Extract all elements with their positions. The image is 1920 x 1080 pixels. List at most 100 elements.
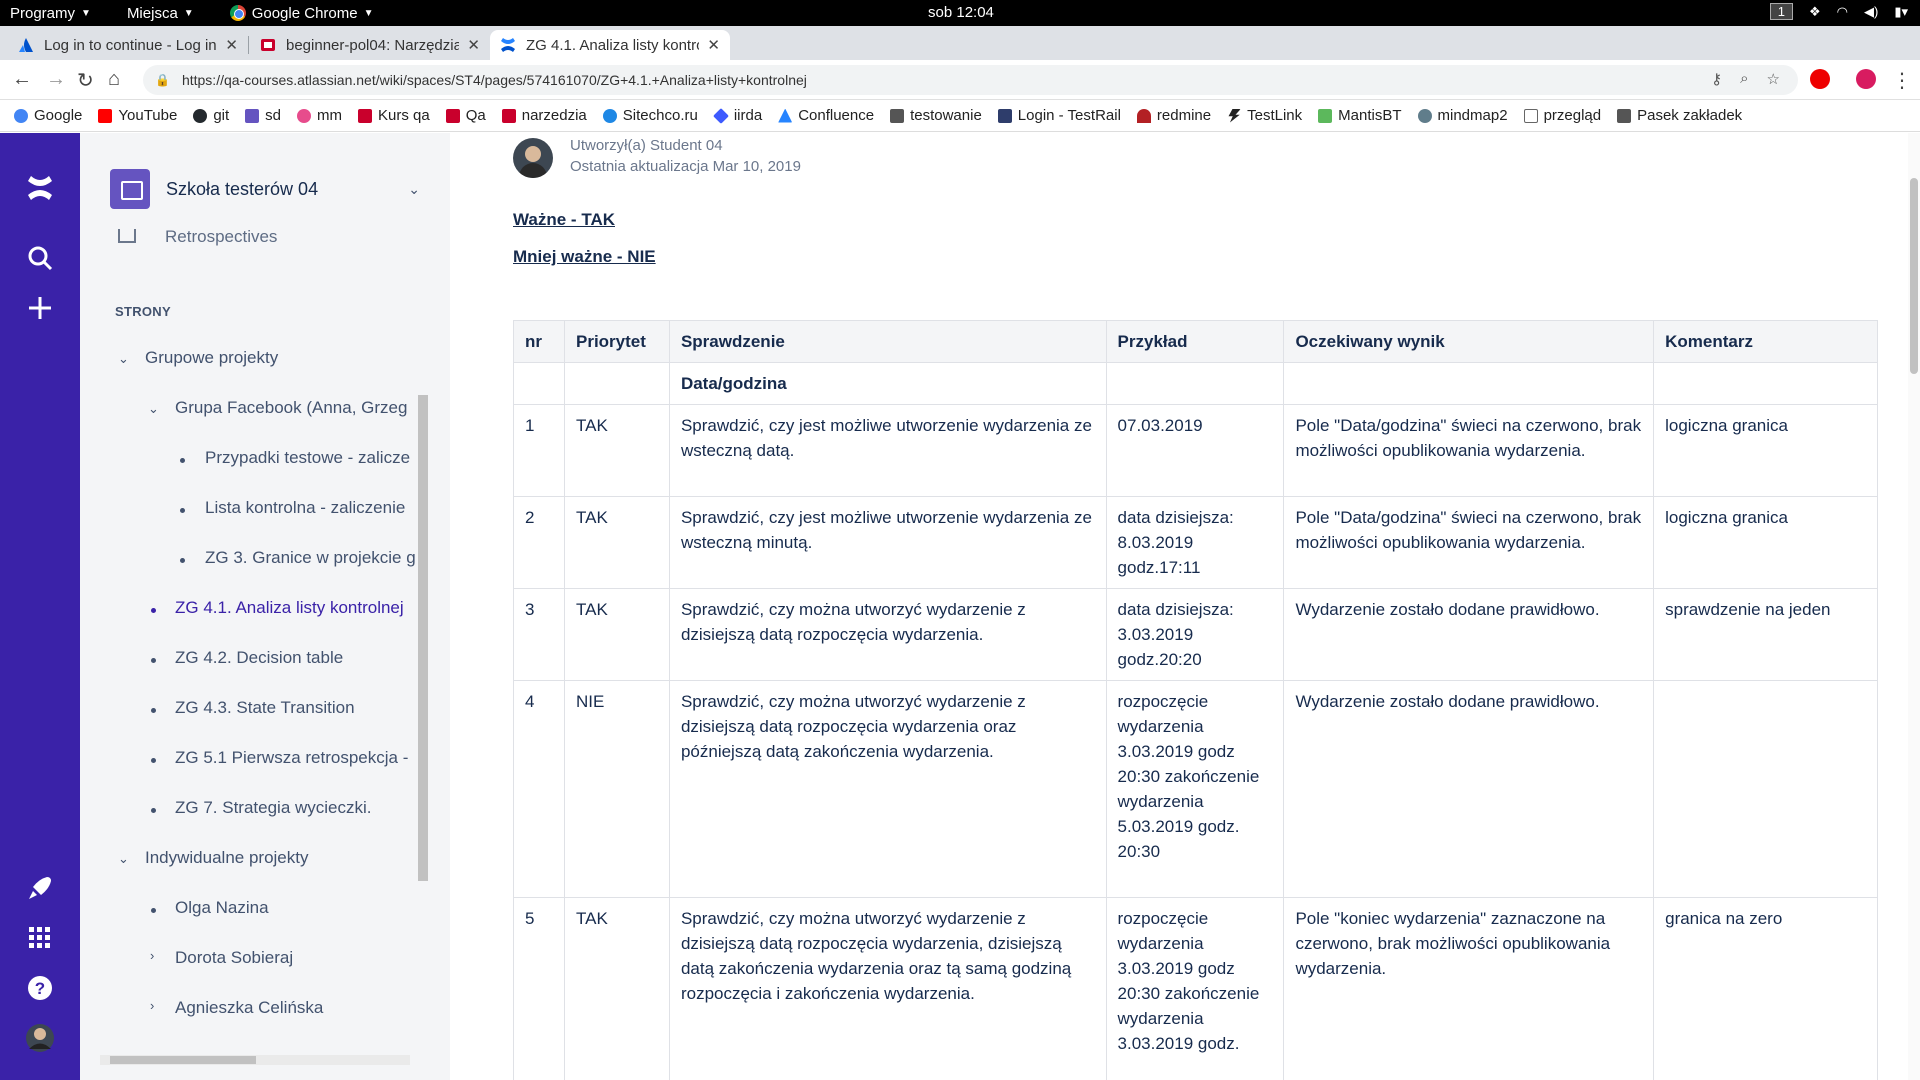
lock-icon[interactable]: 🔒 [155,73,170,87]
url-text[interactable]: https://qa-courses.atlassian.net/wiki/sp… [182,72,807,88]
sidebar-item-zg41-current[interactable]: ZG 4.1. Analiza listy kontrolnej [175,598,404,618]
volume-icon[interactable]: ◀) [1864,4,1878,20]
sidebar-item-zg42[interactable]: ZG 4.2. Decision table [175,648,343,668]
sidebar-scrollbar-thumb[interactable] [418,395,428,881]
bookmark-testowanie[interactable]: testowanie [890,107,982,124]
page-scrollbar-thumb[interactable] [1910,178,1918,374]
retrospectives-icon [118,229,136,243]
bookmark-youtube[interactable]: YouTube [98,107,177,124]
bookmark-narzedzia[interactable]: narzedzia [501,107,587,124]
close-icon[interactable]: ✕ [707,36,720,54]
bookmark-sd[interactable]: sd [245,107,281,124]
key-icon[interactable]: ⚷ [1711,70,1722,88]
tab-beginner-pol04[interactable]: beginner-pol04: Narzędzia ✕ [250,30,490,60]
close-icon[interactable]: ✕ [225,36,238,54]
bookmark-mm[interactable]: mm [297,107,342,124]
bookmark-pasek-zakladek[interactable]: Pasek zakładek [1617,107,1742,124]
bookmark-testrail[interactable]: Login - TestRail [997,107,1121,124]
chevron-right-icon[interactable]: › [150,998,154,1013]
menu-kebab-icon[interactable]: ⋮ [1892,68,1912,93]
chevron-down-icon[interactable]: ⌄ [118,851,129,867]
bookmark-sitechco[interactable]: Sitechco.ru [602,107,698,124]
sidebar-item-przypadki-testowe[interactable]: Przypadki testowe - zalicze [205,448,410,468]
sidebar-item-dorota-sobieraj[interactable]: Dorota Sobieraj [175,948,293,968]
home-icon[interactable]: ⌂ [108,68,120,91]
sidebar-item-lista-kontrolna[interactable]: Lista kontrolna - zaliczenie [205,498,405,518]
forward-icon[interactable]: → [46,68,66,91]
reload-icon[interactable]: ↻ [77,68,94,93]
author-avatar[interactable] [513,138,553,178]
table-cell [1105,362,1285,405]
bookmark-google[interactable]: Google [14,107,82,124]
sidebar-item-zg3-granice[interactable]: ZG 3. Granice w projekcie g [205,548,416,568]
bookmark-label: redmine [1156,107,1212,124]
star-icon[interactable]: ☆ [1767,70,1780,88]
mantis-icon [1318,108,1333,123]
sidebar-horizontal-scrollbar[interactable] [100,1055,410,1065]
zoom-icon[interactable]: ⌕ [1740,70,1748,88]
chevron-down-icon[interactable]: ⌄ [408,181,420,198]
bookmark-iirda[interactable]: iirda [712,107,762,124]
confluence-icon[interactable] [25,173,55,203]
bookmark-git[interactable]: git [193,107,229,124]
tab-zg-4-1[interactable]: ZG 4.1. Analiza listy kontrolnej ✕ [490,30,730,60]
address-bar-actions: ⚷ ⌕ ☆ [1711,70,1780,88]
profile-avatar-icon[interactable] [25,1023,55,1053]
menu-google-chrome[interactable]: Google Chrome ▼ [229,4,374,22]
sidebar-item-grupa-facebook[interactable]: Grupa Facebook (Anna, Grzeg [175,398,407,418]
sidebar-item-zg51[interactable]: ZG 5.1 Pierwsza retrospekcja - [175,748,408,768]
last-updated[interactable]: Ostatnia aktualizacja Mar 10, 2019 [570,158,801,175]
rocket-icon[interactable] [25,873,55,903]
bookmark-redmine[interactable]: redmine [1136,107,1212,124]
bookmark-kurs-qa[interactable]: Kurs qa [358,107,430,124]
bookmark-qa[interactable]: Qa [445,107,486,124]
bullet-icon [180,558,185,563]
search-icon[interactable] [25,243,55,273]
extension-icon[interactable] [1810,69,1830,89]
sidebar-item-agnieszka-celinska[interactable]: Agnieszka Celińska [175,998,323,1018]
sidebar-item-indywidualne-projekty[interactable]: Indywidualne projekty [145,848,308,868]
tab-log-in[interactable]: Log in to continue - Log in ✕ [8,30,248,60]
chevron-down-icon[interactable]: ⌄ [148,401,159,417]
page-icon [1523,108,1538,123]
dropbox-icon[interactable]: ❖ [1809,4,1821,20]
address-bar[interactable]: 🔒 https://qa-courses.atlassian.net/wiki/… [143,65,1798,95]
bookmark-mindmap2[interactable]: mindmap2 [1417,107,1508,124]
checklist-table: nr Priorytet Sprawdzenie Przykład Oczeki… [513,320,1878,1080]
sidebar-item-retrospectives[interactable]: Retrospectives [165,227,277,247]
menu-label: Google Chrome [251,4,358,22]
horizontal-scrollbar-thumb[interactable] [110,1056,256,1064]
section-title: Data/godzina [668,362,1107,405]
battery-icon[interactable]: ▮▾ [1894,4,1908,20]
clock[interactable]: sob 12:04 [928,4,994,21]
atlassian-icon [778,108,793,123]
menu-miejsca[interactable]: Miejsca ▼ [127,5,194,22]
chevron-down-icon[interactable]: ⌄ [118,351,129,367]
bookmark-mantisbt[interactable]: MantisBT [1318,107,1402,124]
chevron-right-icon[interactable]: › [150,948,154,963]
sidebar-item-olga-nazina[interactable]: Olga Nazina [175,898,269,918]
profile-icon[interactable] [1856,69,1876,89]
close-icon[interactable]: ✕ [467,36,480,54]
page-scrollbar[interactable] [1908,133,1920,1080]
menu-label: Programy [10,4,76,22]
back-icon[interactable]: ← [12,68,32,91]
help-icon[interactable]: ? [25,973,55,1003]
table-cell: 3 [513,588,565,681]
legend-important: Ważne - TAK [513,210,615,229]
create-icon[interactable] [25,293,55,323]
wifi-icon[interactable]: ◠ [1837,4,1848,20]
sidebar-item-zg7[interactable]: ZG 7. Strategia wycieczki. [175,798,372,818]
menu-programy[interactable]: Programy ▼ [10,5,91,22]
table-cell: sprawdzenie na jeden [1653,588,1878,681]
table-cell: rozpoczęcie wydarzenia 3.03.2019 godz 20… [1105,897,1285,1080]
app-switcher-icon[interactable] [25,923,55,953]
sidebar-item-zg43[interactable]: ZG 4.3. State Transition [175,698,355,718]
bookmark-confluence[interactable]: Confluence [778,107,874,124]
bookmark-przeglad[interactable]: przegląd [1523,107,1601,124]
workspace-indicator[interactable]: 1 [1769,3,1793,20]
sidebar-item-grupowe-projekty[interactable]: Grupowe projekty [145,348,278,368]
table-cell: 07.03.2019 [1105,404,1285,497]
bookmark-testlink[interactable]: TestLink [1227,107,1302,124]
space-header[interactable]: Szkoła testerów 04 ⌄ [110,169,420,209]
